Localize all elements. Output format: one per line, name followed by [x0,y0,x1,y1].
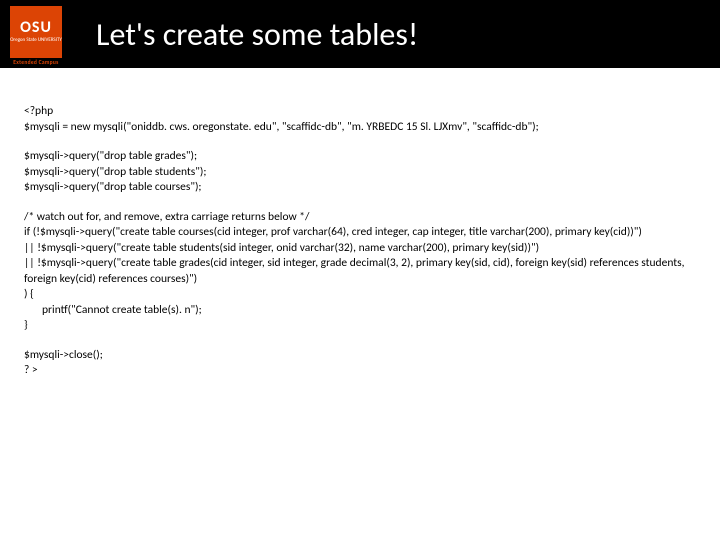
code-line: } [24,318,696,334]
code-line: ) { [24,287,696,303]
logo-subtext: Oregon State UNIVERSITY [10,38,62,44]
header-bar: OSU Oregon State UNIVERSITY Extended Cam… [0,0,720,68]
code-block-3: /* watch out for, and remove, extra carr… [24,210,696,334]
code-block-1: <?php $mysqli = new mysqli("oniddb. cws.… [24,104,696,135]
logo-text: OSU [20,20,52,36]
code-line: $mysqli = new mysqli("oniddb. cws. orego… [24,120,696,136]
code-line: /* watch out for, and remove, extra carr… [24,210,696,226]
code-block-2: $mysqli->query("drop table grades"); $my… [24,149,696,196]
code-line: printf("Cannot create table(s). n"); [24,303,696,319]
code-line: || !$mysqli->query("create table student… [24,241,696,257]
code-line: $mysqli->query("drop table students"); [24,165,696,181]
slide-content: <?php $mysqli = new mysqli("oniddb. cws.… [0,68,720,379]
code-line: $mysqli->query("drop table courses"); [24,180,696,196]
code-line: ? > [24,363,696,379]
code-line: || !$mysqli->query("create table grades(… [24,256,696,287]
slide-title: Let's create some tables! [96,15,418,54]
code-line: $mysqli->close(); [24,348,696,364]
code-line: if (!$mysqli->query("create table course… [24,225,696,241]
logo-tagline: Extended Campus [10,60,62,66]
code-line: $mysqli->query("drop table grades"); [24,149,696,165]
logo-square: OSU Oregon State UNIVERSITY [10,6,62,58]
osu-logo: OSU Oregon State UNIVERSITY [10,6,62,58]
code-block-4: $mysqli->close(); ? > [24,348,696,379]
code-line: <?php [24,104,696,120]
